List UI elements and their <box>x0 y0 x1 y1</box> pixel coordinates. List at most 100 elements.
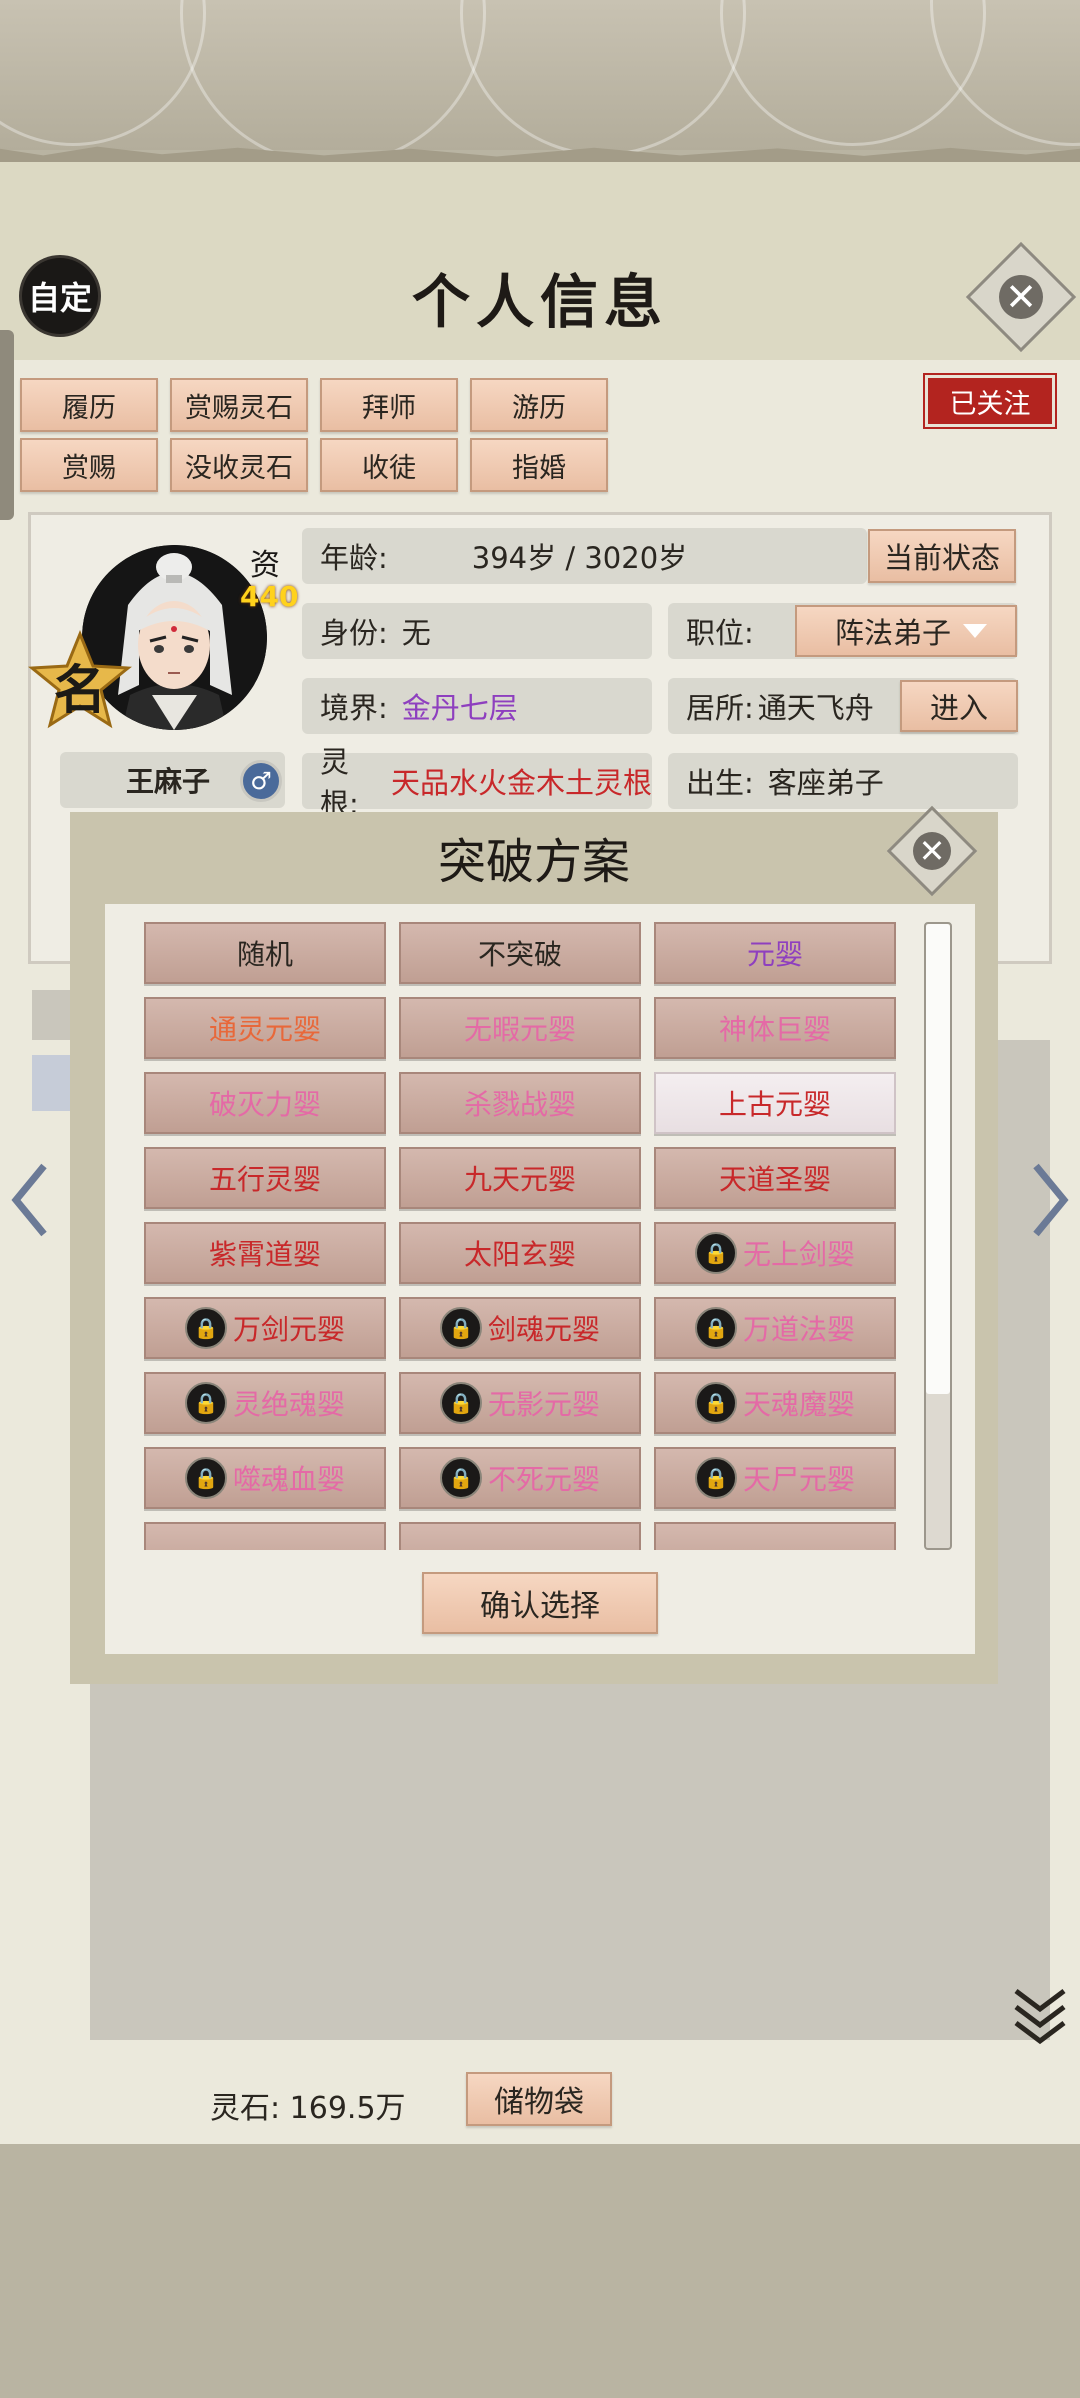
position-label: 职位: <box>686 616 754 650</box>
page-title: 个人信息 <box>411 268 668 336</box>
spirit-root-field: 灵根: 天品水火金木土灵根 <box>302 745 652 821</box>
breakthrough-option[interactable]: 不突破 <box>399 922 641 984</box>
confirm-selection-button[interactable]: 确认选择 <box>422 1572 658 1634</box>
storage-bag-button[interactable]: 储物袋 <box>466 2072 612 2126</box>
breakthrough-option-label: 上古元婴 <box>718 1088 831 1121</box>
breakthrough-option-label: 无影元婴 <box>487 1388 600 1421</box>
tab-reward-stones[interactable]: 赏赐灵石 <box>170 378 308 432</box>
chevron-left-icon[interactable] <box>8 1160 52 1240</box>
lock-icon: 🔒 <box>439 1382 482 1424</box>
residence-value: 通天飞舟 <box>757 691 874 725</box>
double-chevron-down-icon[interactable] <box>1012 1985 1068 2051</box>
breakthrough-option-label: 天魂魔婴 <box>742 1388 855 1421</box>
breakthrough-option[interactable]: 🔒 无影元婴 <box>399 1372 641 1434</box>
breakthrough-option[interactable]: 🔒 剑魂元婴 <box>399 1297 641 1359</box>
name-badge-text: 名 <box>53 660 106 721</box>
breakthrough-option[interactable]: 九天元婴 <box>399 1147 641 1209</box>
origin-label: 出生: <box>686 766 754 800</box>
breakthrough-option[interactable]: 紫霄道婴 <box>144 1222 386 1284</box>
breakthrough-option-label: 天道圣婴 <box>718 1163 831 1196</box>
breakthrough-option-label: 噬魂血婴 <box>232 1463 345 1496</box>
identity-label: 身份: <box>320 616 388 650</box>
lock-icon: 🔒 <box>439 1307 482 1349</box>
breakthrough-option-label: 破灭力婴 <box>208 1088 321 1121</box>
origin-field: 出生: 客座弟子 <box>668 753 1018 809</box>
breakthrough-option[interactable]: 🔒 万道法婴 <box>654 1297 896 1359</box>
realm-label: 境界: <box>320 691 388 725</box>
current-status-button[interactable]: 当前状态 <box>868 529 1016 583</box>
spirit-stone-value: 169.5万 <box>289 2091 406 2126</box>
option-scrollbar-thumb[interactable] <box>926 924 950 1394</box>
breakthrough-option-label: 天尸元婴 <box>742 1463 855 1496</box>
breakthrough-option[interactable]: 🔒 灵绝魂婴 <box>144 1372 386 1434</box>
breakthrough-option[interactable]: 通灵元婴 <box>144 997 386 1059</box>
chevron-right-icon[interactable] <box>1028 1160 1072 1240</box>
lock-icon: 🔒 <box>439 1457 482 1499</box>
breakthrough-option[interactable]: 🔒 不死元婴 <box>399 1447 641 1509</box>
tab-take-disciple[interactable]: 收徒 <box>320 438 458 492</box>
breakthrough-option-partial[interactable] <box>654 1522 896 1550</box>
tab-history[interactable]: 履历 <box>20 378 158 432</box>
spirit-root-label: 灵根: <box>320 745 359 821</box>
breakthrough-option-label: 不死元婴 <box>487 1463 600 1496</box>
breakthrough-option[interactable]: 上古元婴 <box>654 1072 896 1134</box>
breakthrough-option-label: 无上剑婴 <box>742 1238 855 1271</box>
breakthrough-option-partial[interactable] <box>144 1522 386 1550</box>
identity-value: 无 <box>401 616 431 650</box>
tab-travel[interactable]: 游历 <box>470 378 608 432</box>
left-edge-handle[interactable] <box>0 330 14 520</box>
breakthrough-option[interactable]: 元婴 <box>654 922 896 984</box>
breakthrough-option[interactable]: 随机 <box>144 922 386 984</box>
origin-value: 客座弟子 <box>767 766 884 800</box>
breakthrough-option[interactable]: 神体巨婴 <box>654 997 896 1059</box>
age-value: 394岁 / 3020岁 <box>471 541 688 575</box>
breakthrough-option-label: 无暇元婴 <box>463 1013 576 1046</box>
hidden-tab <box>32 1055 72 1111</box>
realm-field: 境界: 金丹七层 <box>302 678 652 734</box>
bottom-band <box>0 2144 1080 2398</box>
breakthrough-option-label: 随机 <box>236 938 293 971</box>
position-dropdown[interactable]: 阵法弟子 <box>795 605 1017 657</box>
breakthrough-option[interactable]: 破灭力婴 <box>144 1072 386 1134</box>
breakthrough-option[interactable]: 🔒 万剑元婴 <box>144 1297 386 1359</box>
lock-icon: 🔒 <box>694 1457 737 1499</box>
breakthrough-option-label: 紫霄道婴 <box>208 1238 321 1271</box>
spirit-root-value: 天品水火金木土灵根 <box>390 766 652 800</box>
spirit-stone-label: 灵石: <box>210 2091 281 2126</box>
top-decor-band <box>0 0 1080 166</box>
breakthrough-option[interactable]: 🔒 天魂魔婴 <box>654 1372 896 1434</box>
breakthrough-option-partial[interactable] <box>399 1522 641 1550</box>
breakthrough-option-label: 杀戮战婴 <box>463 1088 576 1121</box>
breakthrough-option[interactable]: 无暇元婴 <box>399 997 641 1059</box>
breakthrough-option[interactable]: 太阳玄婴 <box>399 1222 641 1284</box>
breakthrough-option-label: 九天元婴 <box>463 1163 576 1196</box>
breakthrough-option[interactable]: 🔒 无上剑婴 <box>654 1222 896 1284</box>
breakthrough-option[interactable]: 五行灵婴 <box>144 1147 386 1209</box>
breakthrough-option-label: 剑魂元婴 <box>487 1313 600 1346</box>
name-star-badge: 名 <box>26 630 134 730</box>
chevron-down-icon <box>963 624 988 638</box>
spirit-stone-display: 灵石: 169.5万 <box>210 2083 406 2127</box>
breakthrough-option[interactable]: 🔒 噬魂血婴 <box>144 1447 386 1509</box>
breakthrough-option[interactable]: 🔒 天尸元婴 <box>654 1447 896 1509</box>
breakthrough-option-label: 灵绝魂婴 <box>232 1388 345 1421</box>
male-icon: ♂ <box>240 760 282 802</box>
breakthrough-option[interactable]: 天道圣婴 <box>654 1147 896 1209</box>
close-icon: ✕ <box>913 832 951 870</box>
realm-value: 金丹七层 <box>401 691 518 725</box>
close-icon: ✕ <box>999 275 1043 319</box>
lock-icon: 🔒 <box>184 1457 227 1499</box>
character-name: 王麻子 <box>126 765 211 798</box>
breakthrough-option-label: 万剑元婴 <box>232 1313 345 1346</box>
breakthrough-option-label: 万道法婴 <box>742 1313 855 1346</box>
tab-apprentice[interactable]: 拜师 <box>320 378 458 432</box>
lock-icon: 🔒 <box>694 1382 737 1424</box>
enter-button[interactable]: 进入 <box>900 680 1018 732</box>
tab-arrange-marriage[interactable]: 指婚 <box>470 438 608 492</box>
breakthrough-option[interactable]: 杀戮战婴 <box>399 1072 641 1134</box>
tab-confiscate-stones[interactable]: 没收灵石 <box>170 438 308 492</box>
tab-reward[interactable]: 赏赐 <box>20 438 158 492</box>
lock-icon: 🔒 <box>184 1382 227 1424</box>
age-label: 年龄: <box>320 541 388 575</box>
follow-button[interactable]: 已关注 <box>923 373 1057 429</box>
